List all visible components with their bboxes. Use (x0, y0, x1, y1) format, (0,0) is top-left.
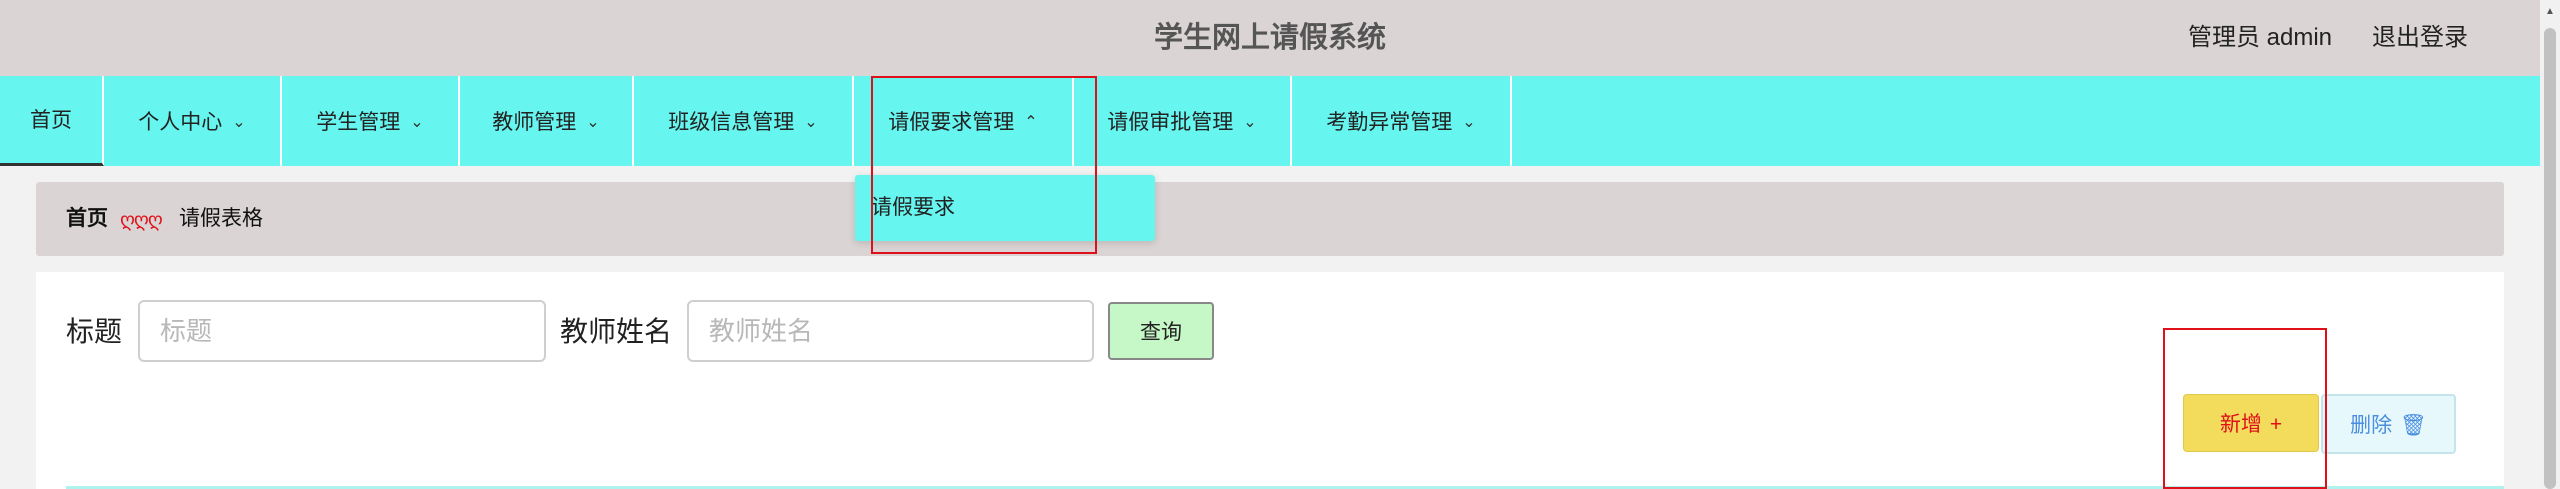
leave-requirement-dropdown: 请假要求 (855, 175, 1155, 241)
nav-label: 教师管理 (492, 111, 577, 134)
delete-button[interactable]: 删除 🗑 (2321, 394, 2456, 454)
nav-label: 请假要求管理 (888, 111, 1015, 134)
scrollbar-thumb[interactable] (2544, 28, 2556, 489)
nav-class-info-management[interactable]: 班级信息管理 ⌄ (634, 76, 854, 166)
plus-icon: + (2269, 413, 2283, 436)
nav-attendance-exception-management[interactable]: 考勤异常管理 ⌄ (1292, 76, 1512, 166)
nav-leave-requirement-management[interactable]: 请假要求管理 ⌃ (854, 76, 1074, 166)
chevron-down-icon: ⌄ (410, 114, 424, 131)
nav-label: 学生管理 (316, 111, 401, 134)
nav-label: 请假审批管理 (1107, 111, 1234, 134)
nav-student-management[interactable]: 学生管理 ⌄ (282, 76, 460, 166)
chevron-up-icon: ⌃ (1024, 114, 1038, 131)
breadcrumb-current: 请假表格 (179, 207, 263, 230)
add-button[interactable]: 新增 + (2183, 394, 2319, 452)
main-nav: 首页 个人中心 ⌄ 学生管理 ⌄ 教师管理 ⌄ 班级信息管理 ⌄ 请假要求管理 ⌃ 请假审… (0, 76, 2540, 166)
nav-personal-center[interactable]: 个人中心 ⌄ (104, 76, 282, 166)
breadcrumb: 首页 ღღღ 请假表格 (36, 182, 2504, 256)
chevron-down-icon: ⌄ (804, 114, 818, 131)
breadcrumb-separator-icon: ღღღ (120, 210, 163, 231)
chevron-down-icon: ⌄ (1243, 114, 1257, 131)
nav-label: 班级信息管理 (668, 111, 795, 134)
chevron-down-icon: ⌄ (1462, 114, 1476, 131)
top-header: 学生网上请假系统 管理员 admin 退出登录 (0, 0, 2540, 76)
nav-teacher-management[interactable]: 教师管理 ⌄ (460, 76, 634, 166)
query-button[interactable]: 查询 (1108, 302, 1214, 360)
scroll-up-arrow-icon[interactable]: ▲ (2544, 6, 2556, 18)
dropdown-item-leave-requirement[interactable]: 请假要求 (871, 175, 955, 241)
logout-link[interactable]: 退出登录 (2372, 0, 2468, 76)
nav-label: 个人中心 (138, 111, 223, 134)
title-search-input[interactable] (138, 300, 546, 362)
nav-home[interactable]: 首页 (0, 76, 104, 166)
nav-home-label: 首页 (30, 109, 72, 132)
chevron-down-icon: ⌄ (232, 114, 246, 131)
breadcrumb-home[interactable]: 首页 (66, 182, 108, 256)
title-label: 标题 (66, 316, 123, 347)
chevron-down-icon: ⌄ (586, 114, 600, 131)
add-button-label: 新增 (2219, 413, 2262, 436)
nav-leave-approval-management[interactable]: 请假审批管理 ⌄ (1074, 76, 1292, 166)
teacher-name-label: 教师姓名 (560, 316, 673, 347)
teacher-name-search-input[interactable] (687, 300, 1094, 362)
current-user: 管理员 admin (2188, 24, 2333, 51)
app-title: 学生网上请假系统 (1153, 22, 1386, 54)
delete-button-label: 删除 (2350, 414, 2393, 437)
trash-icon: 🗑 (2400, 414, 2427, 437)
nav-label: 考勤异常管理 (1326, 111, 1453, 134)
